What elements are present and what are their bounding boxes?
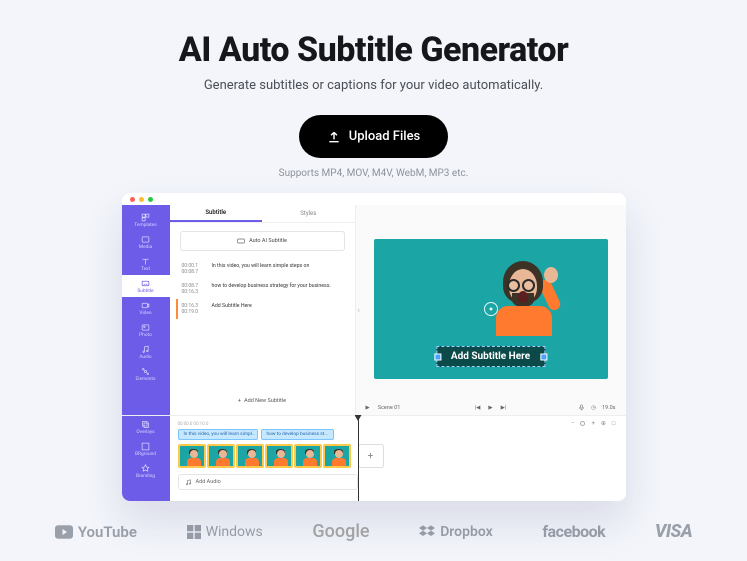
- prev-icon[interactable]: |◀: [475, 405, 481, 411]
- player-controls: ▶ Scene 01 |◀ ▶ ▶| ◷ 19.0s: [356, 401, 626, 415]
- subtitle-panel: Subtitle Styles Auto AI Subtitle 00:00.1…: [170, 205, 356, 415]
- video-clip[interactable]: [294, 444, 322, 468]
- mic-icon[interactable]: [578, 404, 585, 413]
- upload-button[interactable]: Upload Files: [299, 115, 449, 158]
- video-clip[interactable]: [265, 444, 293, 468]
- subtitle-row[interactable]: 00:00.100:08.7 In this video, you will l…: [176, 259, 345, 279]
- zoom-in-icon[interactable]: +: [591, 420, 594, 427]
- youtube-logo: YouTube: [55, 523, 137, 541]
- brand-logos: YouTube Windows Google Dropbox facebook …: [0, 501, 747, 542]
- play-icon[interactable]: ▶: [366, 405, 370, 411]
- cc-icon: [237, 237, 245, 245]
- page-title: AI Auto Subtitle Generator: [0, 30, 747, 70]
- google-logo: Google: [312, 521, 369, 542]
- zoom-slider[interactable]: [580, 421, 585, 426]
- sidebar: Templates Media Text Subtitle Video Phot…: [122, 205, 170, 415]
- collapse-panel-icon[interactable]: ‹: [358, 306, 360, 315]
- add-clip-button[interactable]: +: [358, 444, 384, 468]
- focus-icon: [484, 302, 498, 316]
- sidebar-item-background[interactable]: BRground: [122, 438, 170, 460]
- facebook-logo: facebook: [542, 522, 605, 541]
- play-center-icon[interactable]: ▶: [488, 405, 492, 411]
- sidebar-item-text[interactable]: Text: [122, 253, 170, 275]
- subtitle-row[interactable]: 00:08.700:16.3 how to develop business s…: [176, 279, 345, 299]
- subtitle-row[interactable]: 00:16.300:19.0 Add Subtitle Here: [176, 299, 345, 319]
- sidebar-item-audio[interactable]: Audio: [122, 341, 170, 363]
- playhead[interactable]: [358, 416, 359, 501]
- timeline: Overlays BRground Branding − + ⊕ □ 00:00…: [122, 415, 626, 501]
- video-clip[interactable]: [178, 444, 206, 468]
- sidebar-item-video[interactable]: Video: [122, 297, 170, 319]
- add-subtitle-button[interactable]: + Add New Subtitle: [180, 393, 345, 409]
- sidebar-item-media[interactable]: Media: [122, 231, 170, 253]
- upload-label: Upload Files: [349, 129, 421, 144]
- duration-label: 19.0s: [602, 405, 616, 411]
- scene-label: Scene 01: [378, 405, 401, 411]
- video-clip[interactable]: [323, 444, 351, 468]
- sidebar-item-elements[interactable]: Elements: [122, 363, 170, 385]
- editor-window: Templates Media Text Subtitle Video Phot…: [122, 193, 626, 501]
- plus-icon: +: [238, 398, 241, 404]
- subtitle-overlay[interactable]: Add Subtitle Here: [436, 346, 545, 367]
- preview-area: ‹ Add Subtitle Here ▶ Scene 01: [356, 205, 626, 415]
- timeline-ruler: 00:00.0 00:10.0: [178, 420, 618, 429]
- video-subject: [488, 261, 558, 336]
- supports-text: Supports MP4, MOV, M4V, WebM, MP3 etc.: [0, 168, 747, 179]
- tab-styles[interactable]: Styles: [262, 205, 355, 222]
- sidebar-item-branding[interactable]: Branding: [122, 460, 170, 482]
- dropbox-logo: Dropbox: [419, 524, 493, 540]
- video-clip[interactable]: [236, 444, 264, 468]
- next-icon[interactable]: ▶|: [501, 405, 507, 411]
- titlebar: [122, 193, 626, 205]
- music-icon: [185, 479, 192, 486]
- timeline-video-track[interactable]: +: [178, 443, 618, 469]
- hero: AI Auto Subtitle Generator Generate subt…: [0, 0, 747, 179]
- tab-subtitle[interactable]: Subtitle: [170, 205, 263, 222]
- auto-ai-subtitle-button[interactable]: Auto AI Subtitle: [180, 231, 345, 251]
- sidebar-item-templates[interactable]: Templates: [122, 209, 170, 231]
- close-dot[interactable]: [130, 197, 135, 202]
- timeline-subtitle-clip[interactable]: how to develop business st…: [261, 429, 334, 440]
- settings-icon[interactable]: □: [612, 420, 616, 427]
- add-audio-button[interactable]: Add Audio: [178, 474, 358, 490]
- visa-logo: VISA: [655, 521, 692, 542]
- minimize-dot[interactable]: [139, 197, 144, 202]
- sidebar-item-overlays[interactable]: Overlays: [122, 416, 170, 438]
- page-subtitle: Generate subtitles or captions for your …: [0, 78, 747, 93]
- windows-logo: Windows: [187, 524, 263, 540]
- zoom-out-icon[interactable]: −: [571, 420, 574, 427]
- maximize-dot[interactable]: [148, 197, 153, 202]
- upload-icon: [327, 130, 341, 144]
- timeline-subtitle-clip[interactable]: In this video, you will learn simpl…: [178, 429, 258, 440]
- sidebar-item-photo[interactable]: Photo: [122, 319, 170, 341]
- clock-icon[interactable]: ◷: [591, 405, 596, 411]
- fit-icon[interactable]: ⊕: [601, 420, 606, 427]
- video-clip[interactable]: [207, 444, 235, 468]
- sidebar-item-subtitle[interactable]: Subtitle: [122, 275, 170, 297]
- video-preview[interactable]: Add Subtitle Here: [374, 239, 608, 379]
